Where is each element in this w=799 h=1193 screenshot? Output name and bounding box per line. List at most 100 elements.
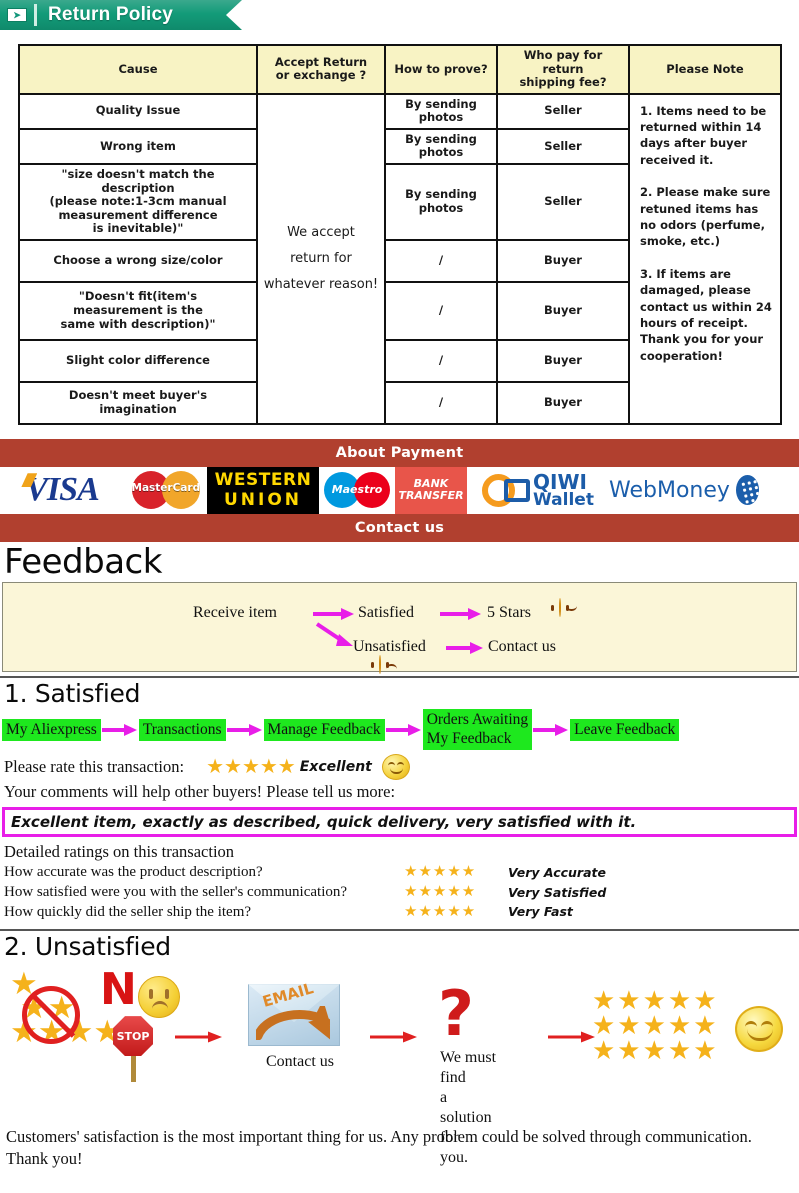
feedback-flow-box: Receive item Satisfied 5 Stars Unsatisfi…	[2, 581, 797, 674]
cell-cause: Wrong item	[18, 127, 258, 165]
crossed-stars-icon: ★ ★★ ★★★★	[10, 966, 122, 1050]
qiwi-mark	[482, 473, 531, 507]
comment-textbox[interactable]: Excellent item, exactly as described, qu…	[2, 807, 797, 838]
satisfied-section: 1. Satisfied My Aliexpress Transactions …	[0, 675, 799, 923]
detail-stars[interactable]: ★★★★★	[404, 903, 508, 923]
flow-5-stars: 5 Stars	[487, 603, 531, 621]
step-orders-awaiting-my-feedback[interactable]: Orders Awaiting My Feedback	[422, 709, 533, 751]
banner-divider	[34, 4, 37, 26]
detail-title: Detailed ratings on this transaction	[4, 842, 235, 862]
step-manage-feedback[interactable]: Manage Feedback	[263, 718, 385, 742]
question-person-icon: ? We must find a solution for you.	[438, 982, 500, 1166]
contact-us-title: Contact us	[354, 519, 445, 536]
detail-row: How quickly did the seller ship the item…	[4, 903, 797, 923]
step-transactions[interactable]: Transactions	[138, 718, 226, 742]
cell-cause: Slight color difference	[18, 338, 258, 383]
rate-stars[interactable]: ★★★★★	[206, 757, 296, 777]
flow-unsatisfied: Unsatisfied	[353, 637, 426, 655]
qiwi-line1: QIWI	[533, 469, 587, 494]
detailed-ratings-block: Detailed ratings on this transaction How…	[0, 837, 799, 922]
detail-value: Very Accurate	[508, 864, 606, 880]
unsatisfied-title: 2. Unsatisfied	[4, 931, 171, 961]
mastercard-icon: MasterCard	[124, 466, 207, 514]
email-envelope-icon: EMAIL Contact us	[248, 979, 340, 1070]
detail-row: How accurate was the product description…	[4, 863, 797, 883]
cell-how-to-prove: /	[384, 280, 498, 341]
frown-emoji-icon	[371, 654, 397, 674]
comments-prompt-line: Your comments will help other buyers! Pl…	[0, 780, 799, 802]
step-arrow-icon	[532, 723, 570, 737]
detail-question: How quickly did the seller ship the item…	[4, 903, 252, 920]
return-policy-title: Return Policy	[48, 4, 174, 25]
cell-cause: Quality Issue	[18, 92, 258, 130]
feedback-section: Feedback Receive item Satisfied 5 Stars …	[0, 541, 799, 674]
rate-transaction-row: Please rate this transaction: ★★★★★ Exce…	[0, 750, 799, 781]
red-arrow-icon	[370, 1030, 418, 1044]
western-union-line1: WESTERN	[214, 469, 312, 490]
unsatisfied-section: 2. Unsatisfied ★ ★★ ★★★★ N STOP EMAIL Co…	[0, 928, 799, 1169]
arrow-to-satisfied-icon	[313, 607, 355, 621]
webmoney-label: WebMoney	[609, 477, 730, 503]
comments-prompt: Your comments will help other buyers! Pl…	[4, 782, 396, 802]
big-grin-icon	[735, 1006, 783, 1053]
mastercard-label: MasterCard	[131, 482, 201, 495]
header-accept-return: Accept Return or exchange ?	[256, 44, 386, 95]
header-who-pays: Who pay for return shipping fee?	[496, 44, 630, 95]
rate-word: Excellent	[299, 759, 372, 776]
detail-value: Very Fast	[508, 904, 573, 920]
cell-who-pays: Seller	[496, 162, 630, 241]
stop-sign-icon: STOP	[113, 1016, 153, 1083]
cell-cause: "Doesn't fit(item's measurement is the s…	[18, 280, 258, 341]
cell-who-pays: Seller	[496, 92, 630, 130]
return-policy-banner: ➤ Return Policy	[0, 0, 242, 30]
maestro-icon: Maestro	[319, 466, 395, 514]
step-arrow-icon	[226, 723, 264, 737]
detail-stars[interactable]: ★★★★★	[404, 883, 508, 903]
flow-contact-us: Contact us	[488, 637, 556, 655]
step-leave-feedback[interactable]: Leave Feedback	[570, 718, 680, 742]
arrow-to-contact-us-icon	[446, 641, 484, 655]
header-how-to-prove: How to prove?	[384, 44, 498, 95]
cell-cause: Choose a wrong size/color	[18, 238, 258, 283]
payment-section: About Payment VISA MasterCard WESTERN UN…	[0, 438, 799, 542]
cell-cause: "size doesn't match the description (ple…	[18, 162, 258, 241]
detail-row: How satisfied were you with the seller's…	[4, 883, 797, 903]
cell-who-pays: Buyer	[496, 338, 630, 383]
detail-stars[interactable]: ★★★★★	[404, 863, 508, 883]
step-my-aliexpress[interactable]: My Aliexpress	[2, 718, 101, 742]
cell-accept-return: We accept return for whatever reason!	[256, 92, 386, 425]
qiwi-wallet-icon: QIWI Wallet	[467, 466, 609, 514]
red-arrow-icon	[548, 1030, 596, 1044]
arrow-right-icon: ➤	[7, 8, 27, 22]
sad-face-icon	[138, 976, 180, 1019]
qiwi-line2: Wallet	[533, 489, 594, 510]
cell-how-to-prove: /	[384, 338, 498, 383]
bank-transfer-line2: TRANSFER	[398, 489, 464, 503]
cell-how-to-prove: By sending photos	[384, 162, 498, 241]
cell-who-pays: Seller	[496, 127, 630, 165]
header-please-note: Please Note	[628, 44, 782, 95]
comment-text: Excellent item, exactly as described, qu…	[11, 813, 637, 832]
about-payment-title: About Payment	[335, 444, 464, 461]
detail-value: Very Satisfied	[508, 884, 607, 900]
cell-how-to-prove: By sending photos	[384, 92, 498, 130]
detail-question: How satisfied were you with the seller's…	[4, 884, 348, 901]
detail-question: How accurate was the product description…	[4, 864, 263, 881]
cell-who-pays: Buyer	[496, 380, 630, 425]
contact-us-label: Contact us	[266, 1053, 334, 1071]
satisfied-title: 1. Satisfied	[4, 678, 141, 708]
payment-logos: VISA MasterCard WESTERN UNION Maestro BA…	[0, 466, 799, 514]
step-arrow-icon	[101, 723, 139, 737]
visa-icon: VISA	[0, 466, 124, 514]
cell-who-pays: Buyer	[496, 280, 630, 341]
bank-transfer-icon: BANK TRANSFER	[395, 466, 467, 514]
feedback-title: Feedback	[4, 541, 162, 582]
smile-emoji-icon	[551, 597, 577, 617]
happy-face-icon	[381, 754, 410, 781]
cell-how-to-prove: /	[384, 238, 498, 283]
step-arrow-icon	[385, 723, 423, 737]
cell-how-to-prove: By sending photos	[384, 127, 498, 165]
flow-receive-item: Receive item	[193, 603, 277, 621]
webmoney-icon: WebMoney	[609, 466, 759, 514]
cell-cause: Doesn't meet buyer's imagination	[18, 380, 258, 425]
